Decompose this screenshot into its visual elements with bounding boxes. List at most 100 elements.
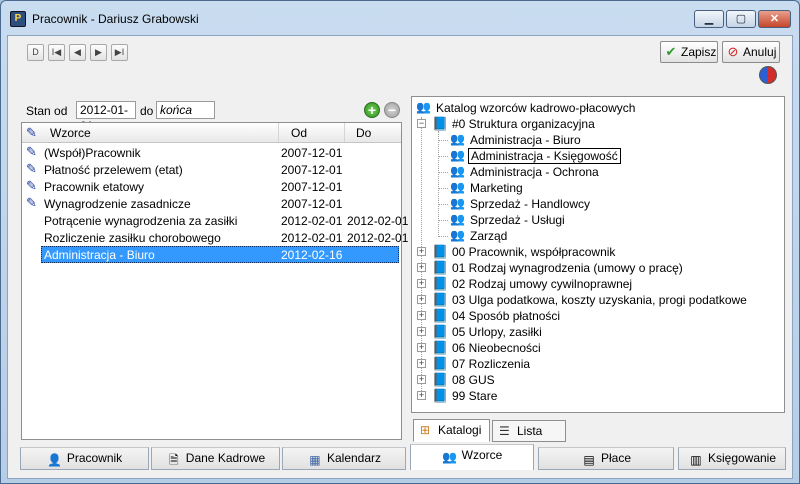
tab-employee[interactable]: 👤 Pracownik [20,447,149,470]
date-to-input[interactable]: końca [156,101,215,119]
expand-icon[interactable]: + [417,375,426,384]
maximize-button[interactable]: ▢ [726,10,756,28]
tree-node-label: 03 Ulga podatkowa, koszty uzyskania, pro… [452,293,747,307]
expand-icon[interactable]: + [417,263,426,272]
tab-catalogs[interactable]: ⊞ Katalogi [413,419,490,442]
add-icon[interactable]: + [364,102,380,118]
tree-root-label: Katalog wzorców kadrowo-płacowych [436,101,636,115]
tab-list[interactable]: ☰ Lista [492,420,566,442]
table-row-selected[interactable]: Administracja - Biuro 2012-02-16 [22,246,401,263]
table-row[interactable]: Rozliczenie zasiłku chorobowego 2012-02-… [22,229,408,246]
nav-start-icon[interactable]: I◀ [48,44,65,61]
close-button[interactable]: ✕ [758,10,791,28]
expand-icon[interactable]: + [417,327,426,336]
book-icon: 📘 [432,340,449,355]
tree-leaf-label: Administracja - Ochrona [470,165,599,179]
row-from: 2012-02-01 [281,231,343,245]
tab-payroll[interactable]: ▤ Płace [538,447,674,470]
date-from-input[interactable]: 2012-01-01 [76,101,136,133]
row-to: 2012-02-01 [347,231,409,245]
nav-prev-icon[interactable]: ◀ [69,44,86,61]
table-row[interactable]: ✎ Płatność przelewem (etat) 2007-12-01 [22,161,401,178]
nav-next-icon[interactable]: ▶ [90,44,107,61]
tab-accounting[interactable]: ▥ Księgowanie [678,447,786,470]
expand-icon[interactable]: + [417,247,426,256]
checkmark-icon: ✔ [665,44,677,59]
title-bar[interactable]: P Pracownik - Dariusz Grabowski ▁ ▢ ✕ [1,1,799,35]
people-icon: 👥 [450,132,465,146]
list-icon: ☰ [499,424,510,438]
table-row[interactable]: ✎ (Współ)Pracownik 2007-12-01 [22,144,401,161]
tree-leaf-label: Zarząd [470,229,508,243]
column-header-templates[interactable]: Wzorce [50,126,91,140]
switch-icon[interactable] [759,66,777,84]
date-to-label: do [140,104,154,118]
expand-icon[interactable]: + [417,295,426,304]
pen-icon: ✎ [26,125,37,140]
client-area: D I◀ ◀ ▶ ▶I ✔ Zapisz ⊘ Anuluj Stan od 20… [7,35,793,479]
row-from: 2007-12-01 [281,180,343,194]
save-button[interactable]: ✔ Zapisz [660,41,718,63]
tree-leaf-label: Sprzedaż - Usługi [470,213,565,227]
app-icon: P [10,11,26,27]
expand-icon[interactable]: + [417,279,426,288]
tab-catalogs-label: Katalogi [438,423,482,437]
column-header-to[interactable]: Do [356,126,371,140]
tree-node-label: #0 Struktura organizacyjna [452,117,595,131]
column-header-from[interactable]: Od [291,126,307,140]
row-from: 2007-12-01 [281,146,343,160]
people-icon: 👥 [450,228,465,242]
tree-leaf-label: Marketing [470,181,523,195]
date-from-label: Stan od [26,104,68,118]
row-name: Rozliczenie zasiłku chorobowego [44,231,221,245]
people-icon: 👥 [416,100,431,114]
row-from: 2012-02-01 [281,214,343,228]
row-from: 2012-02-16 [281,248,343,262]
expand-icon[interactable]: + [417,311,426,320]
row-name: (Współ)Pracownik [44,146,141,160]
row-to: 2012-02-01 [347,214,409,228]
people-icon: 👥 [450,180,465,194]
tab-label: Wzorce [461,448,503,462]
expand-icon[interactable]: + [417,343,426,352]
cancel-button[interactable]: ⊘ Anuluj [722,41,780,63]
tab-hr-data[interactable]: 🗎 Dane Kadrowe [151,447,280,470]
templates-grid: ✎ Wzorce Od Do ✎ (Współ)Pracownik 2007-1… [21,122,408,440]
tree-leaf-label: Sprzedaż - Handlowcy [470,197,591,211]
row-name: Administracja - Biuro [44,248,155,262]
row-name: Płatność przelewem (etat) [44,163,183,177]
book-icon: 📘 [432,292,449,307]
tree-node-label: 00 Pracownik, współpracownik [452,245,616,259]
book-icon: 📘 [432,244,449,259]
tree-leaf-label: Administracja - Biuro [470,133,581,147]
minimize-button[interactable]: ▁ [694,10,724,28]
table-row[interactable]: ✎ Wynagrodzenie zasadnicze 2007-12-01 [22,195,401,212]
tree-node-label: 99 Stare [452,389,498,403]
row-name: Pracownik etatowy [44,180,145,194]
tree-node-label: 08 GUS [452,373,495,387]
pen-icon: ✎ [26,195,37,210]
nav-first-icon[interactable]: D [27,44,44,61]
book-icon: 📘 [432,308,449,323]
grid-header: ✎ Wzorce Od Do [22,123,401,143]
expand-icon[interactable]: + [417,359,426,368]
tree-node-label: 02 Rodzaj umowy cywilnoprawnej [452,277,633,291]
tab-list-label: Lista [517,424,543,438]
tab-calendar[interactable]: ▦ Kalendarz [282,447,406,470]
book-icon: 📘 [432,116,449,131]
tab-label: Księgowanie [707,451,777,465]
table-row[interactable]: ✎ Pracownik etatowy 2007-12-01 [22,178,401,195]
people-icon: 👥 [450,148,465,162]
table-row[interactable]: Potrącenie wynagrodzenia za zasiłki 2012… [22,212,408,229]
collapse-icon[interactable]: − [417,119,426,128]
pen-icon: ✎ [26,178,37,193]
row-from: 2007-12-01 [281,197,343,211]
book-icon: 📘 [432,324,449,339]
expand-icon[interactable]: + [417,391,426,400]
tree-node-label: 06 Nieobecności [452,341,541,355]
nav-last-icon[interactable]: ▶I [111,44,128,61]
tab-label: Płace [600,451,632,465]
people-icon: 👥 [450,212,465,226]
remove-icon[interactable]: − [384,102,400,118]
tab-templates[interactable]: 👥 Wzorce [410,444,534,470]
